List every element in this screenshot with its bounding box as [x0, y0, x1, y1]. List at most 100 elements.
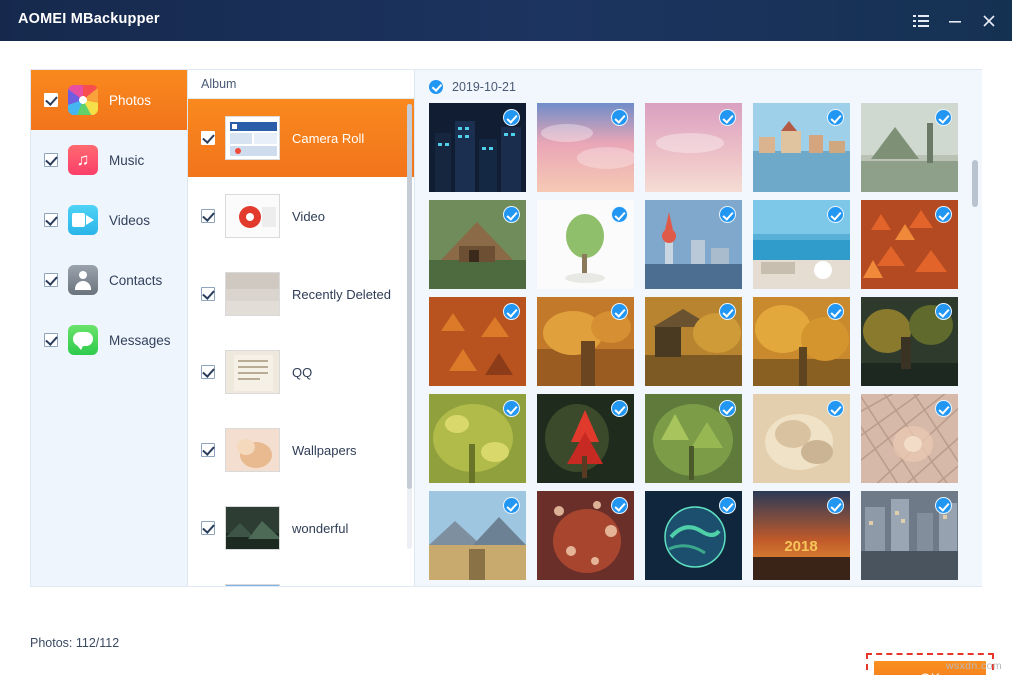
photo-selected-check[interactable] [503, 206, 520, 223]
photo-thumbnail[interactable] [753, 200, 850, 289]
photo-selected-check[interactable] [719, 109, 736, 126]
album-checkbox[interactable] [201, 521, 215, 535]
category-label: Music [109, 153, 144, 168]
photo-selected-check[interactable] [611, 400, 628, 417]
category-item-music[interactable]: ♫ Music [31, 130, 187, 190]
photo-selected-check[interactable] [719, 400, 736, 417]
photo-thumbnail[interactable] [429, 394, 526, 483]
photo-date-group-header: 2019-10-21 [415, 70, 982, 103]
category-checkbox-music[interactable] [44, 153, 58, 167]
photo-thumbnail[interactable] [645, 103, 742, 192]
photo-selected-check[interactable] [719, 206, 736, 223]
messages-icon [68, 325, 98, 355]
category-checkbox-messages[interactable] [44, 333, 58, 347]
photo-thumbnail[interactable] [861, 491, 958, 580]
album-item-camera-roll[interactable]: Camera Roll [188, 99, 414, 177]
photo-selected-check[interactable] [827, 109, 844, 126]
photo-selected-check[interactable] [827, 206, 844, 223]
photo-thumbnail[interactable] [645, 491, 742, 580]
album-label: Video [292, 209, 325, 224]
category-item-videos[interactable]: Videos [31, 190, 187, 250]
photo-selected-check[interactable] [611, 497, 628, 514]
category-item-messages[interactable]: Messages [31, 310, 187, 370]
photo-thumbnail[interactable] [537, 297, 634, 386]
photo-selected-check[interactable] [935, 109, 952, 126]
photo-thumbnail[interactable] [861, 103, 958, 192]
photo-selected-check[interactable] [827, 497, 844, 514]
list-view-icon[interactable] [904, 0, 938, 41]
photo-scrollbar[interactable] [972, 160, 978, 580]
watermark: wsxdn.com [946, 660, 1002, 672]
photo-selected-check[interactable] [503, 497, 520, 514]
photo-thumbnail[interactable] [645, 200, 742, 289]
photo-thumbnail[interactable] [537, 200, 634, 289]
album-item-recently-deleted[interactable]: Recently Deleted [188, 255, 414, 333]
photo-thumbnail[interactable] [645, 297, 742, 386]
close-icon[interactable] [972, 0, 1006, 41]
photo-thumbnail[interactable] [429, 297, 526, 386]
photo-selected-check[interactable] [611, 109, 628, 126]
album-thumbnail [225, 272, 280, 316]
album-item-qq[interactable]: QQ [188, 333, 414, 411]
album-scrollbar[interactable] [407, 104, 412, 549]
category-checkbox-contacts[interactable] [44, 273, 58, 287]
photo-thumbnail[interactable] [753, 297, 850, 386]
category-checkbox-videos[interactable] [44, 213, 58, 227]
photo-thumbnail[interactable]: 2018 [753, 491, 850, 580]
photo-thumbnail[interactable] [753, 394, 850, 483]
photos-icon [68, 85, 98, 115]
date-group-checkbox[interactable] [429, 80, 443, 94]
photo-thumbnail[interactable] [537, 394, 634, 483]
album-thumbnail [225, 116, 280, 160]
photo-selected-check[interactable] [827, 303, 844, 320]
photo-grid: 2018 [429, 103, 969, 586]
photo-selected-check[interactable] [935, 303, 952, 320]
photo-selected-check[interactable] [503, 109, 520, 126]
photo-thumbnail[interactable] [537, 491, 634, 580]
photo-thumbnail[interactable] [429, 103, 526, 192]
photo-selected-check[interactable] [935, 206, 952, 223]
category-list: Photos ♫ Music Videos Contacts [31, 70, 188, 586]
album-checkbox[interactable] [201, 287, 215, 301]
category-checkbox-photos[interactable] [44, 93, 58, 107]
photo-selected-check[interactable] [611, 303, 628, 320]
album-thumbnail [225, 350, 280, 394]
album-item-video[interactable]: Video [188, 177, 414, 255]
photo-selected-check[interactable] [719, 497, 736, 514]
photo-thumbnail[interactable] [537, 103, 634, 192]
music-icon: ♫ [68, 145, 98, 175]
minimize-icon[interactable] [938, 0, 972, 41]
photo-thumbnail[interactable] [861, 297, 958, 386]
photo-selected-check[interactable] [503, 400, 520, 417]
album-thumbnail [225, 428, 280, 472]
photo-selected-check[interactable] [935, 497, 952, 514]
date-group-label: 2019-10-21 [452, 80, 516, 94]
category-item-photos[interactable]: Photos [31, 70, 187, 130]
photo-thumbnail[interactable] [429, 200, 526, 289]
photo-scrollbar-thumb[interactable] [972, 160, 978, 207]
photo-selected-check[interactable] [503, 303, 520, 320]
photo-thumbnail[interactable] [429, 491, 526, 580]
album-item-wallpapers[interactable]: Wallpapers [188, 411, 414, 489]
photo-selected-check[interactable] [935, 400, 952, 417]
album-thumbnail [225, 584, 280, 586]
photo-selected-check[interactable] [827, 400, 844, 417]
photo-thumbnail[interactable] [861, 394, 958, 483]
photo-thumbnail[interactable] [861, 200, 958, 289]
photo-thumbnail[interactable] [753, 103, 850, 192]
album-checkbox[interactable] [201, 209, 215, 223]
photo-selected-check[interactable] [719, 303, 736, 320]
album-scrollbar-thumb[interactable] [407, 104, 412, 489]
album-label: QQ [292, 365, 312, 380]
album-checkbox[interactable] [201, 443, 215, 457]
album-checkbox[interactable] [201, 365, 215, 379]
photo-thumbnail[interactable] [645, 394, 742, 483]
category-item-contacts[interactable]: Contacts [31, 250, 187, 310]
album-checkbox[interactable] [201, 131, 215, 145]
album-item-partial[interactable] [188, 567, 414, 586]
main-content: Photos ♫ Music Videos Contacts [0, 41, 1012, 675]
category-label: Videos [109, 213, 150, 228]
album-item-wonderful[interactable]: wonderful [188, 489, 414, 567]
photo-selected-check[interactable] [611, 206, 628, 223]
album-header: Album [188, 70, 414, 99]
